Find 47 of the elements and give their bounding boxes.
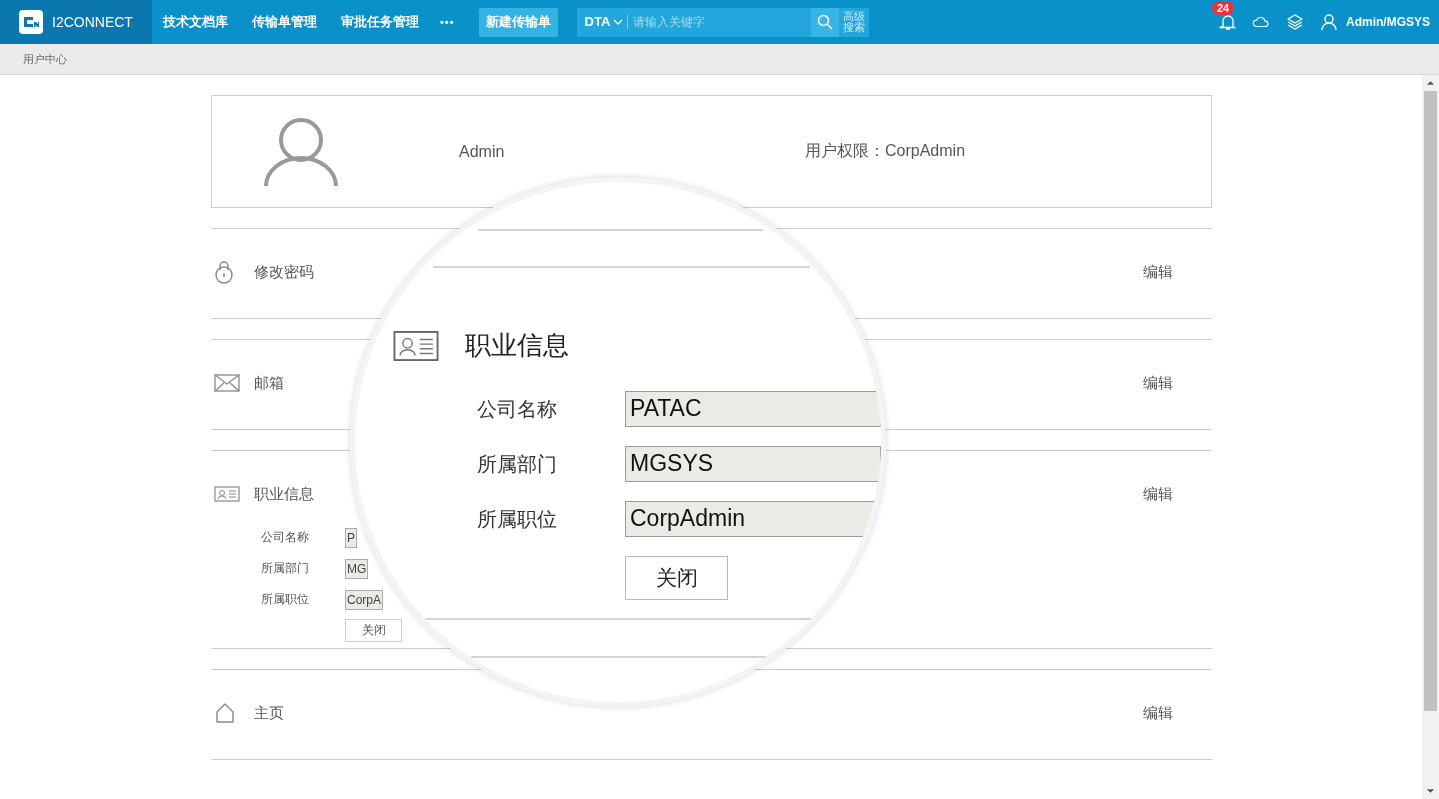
edit-link[interactable]: 编辑 bbox=[1143, 262, 1173, 282]
logo-text: I2CONNECT bbox=[52, 14, 133, 30]
user-menu[interactable]: Admin/MGSYS bbox=[1346, 15, 1430, 29]
close-button[interactable]: 关闭 bbox=[625, 556, 728, 600]
bell-icon[interactable] bbox=[1219, 13, 1237, 31]
user-permission: 用户权限：CorpAdmin bbox=[805, 141, 966, 161]
id-card-icon bbox=[393, 330, 439, 361]
input-field[interactable]: PATAC bbox=[625, 391, 881, 427]
lock-icon bbox=[214, 260, 234, 284]
field-label: 所属职位 bbox=[477, 506, 558, 532]
section-title: 修改密码 bbox=[254, 262, 314, 282]
edit-link[interactable]: 编辑 bbox=[1143, 373, 1173, 393]
avatar-icon bbox=[263, 115, 339, 188]
input-field[interactable]: MGSYS bbox=[625, 446, 881, 482]
id-card-icon bbox=[214, 486, 240, 502]
scroll-up-icon[interactable] bbox=[1426, 80, 1435, 86]
user-name: Admin bbox=[459, 142, 506, 161]
search-button[interactable] bbox=[810, 7, 839, 37]
nav-link[interactable]: 技术文档库 bbox=[163, 13, 228, 31]
search-icon bbox=[816, 14, 833, 30]
field-label: 所属职位 bbox=[260, 591, 310, 608]
input-field[interactable]: P bbox=[345, 527, 357, 548]
nav-link[interactable]: 审批任务管理 bbox=[341, 13, 419, 31]
edit-link[interactable]: 编辑 bbox=[1143, 484, 1173, 504]
user-icon bbox=[1320, 13, 1338, 31]
logo-icon bbox=[19, 10, 43, 34]
field-label: 公司名称 bbox=[477, 396, 558, 422]
section-title: 主页 bbox=[254, 703, 284, 723]
edit-link[interactable]: 编辑 bbox=[1143, 703, 1173, 723]
input-field[interactable]: MG bbox=[345, 558, 369, 579]
more-menu[interactable]: ••• bbox=[440, 16, 455, 28]
section-title: 职业信息 bbox=[254, 484, 314, 504]
input-field[interactable]: CorpA bbox=[345, 589, 383, 610]
field-label: 所属部门 bbox=[260, 560, 310, 577]
section-title: 职业信息 bbox=[465, 329, 569, 362]
mail-icon bbox=[214, 374, 240, 392]
home-icon bbox=[214, 702, 236, 724]
layers-icon[interactable] bbox=[1286, 13, 1304, 31]
scrollbar[interactable] bbox=[1422, 75, 1439, 799]
field-label: 所属部门 bbox=[477, 451, 558, 477]
notification-badge: 24 bbox=[1212, 1, 1235, 15]
section-title: 邮箱 bbox=[254, 373, 284, 393]
chevron-down-icon bbox=[613, 19, 624, 25]
breadcrumb[interactable]: 用户中心 bbox=[23, 51, 67, 67]
scroll-down-icon[interactable] bbox=[1426, 788, 1435, 794]
nav-link[interactable]: 传输单管理 bbox=[252, 13, 317, 31]
field-label: 公司名称 bbox=[260, 529, 310, 546]
